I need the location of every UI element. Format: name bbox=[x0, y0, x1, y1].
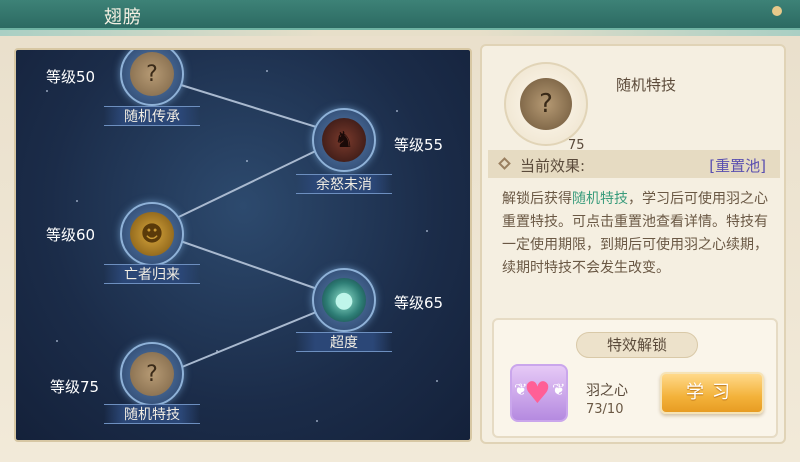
spirit-orb-icon: ● bbox=[322, 278, 366, 322]
skill-level-label: 等级60 bbox=[46, 226, 96, 244]
wing-icon: ❦ bbox=[552, 380, 566, 399]
item-name: 羽之心 bbox=[586, 383, 628, 399]
diamond-icon bbox=[498, 157, 511, 170]
title-ribbon bbox=[0, 30, 800, 36]
unlock-title: 特效解锁 bbox=[576, 332, 698, 358]
skill-node-label: 随机特技 bbox=[104, 404, 200, 424]
skill-node-label: 超度 bbox=[296, 332, 392, 352]
demon-icon: ♞ bbox=[322, 118, 366, 162]
skill-node-lingering-rage[interactable]: ♞ bbox=[312, 108, 376, 172]
skill-node-label: 随机传承 bbox=[104, 106, 200, 126]
skill-node-salvation[interactable]: ● bbox=[312, 268, 376, 332]
selected-skill-name: 随机特技 bbox=[616, 76, 677, 94]
ghost-icon: ☻ bbox=[130, 212, 174, 256]
selected-skill-icon: ? 75 bbox=[504, 62, 588, 153]
title-bar: 翅膀 bbox=[0, 0, 800, 30]
skill-node-undead-return[interactable]: ☻ bbox=[120, 202, 184, 266]
skill-node-label: 余怒未消 bbox=[296, 174, 392, 194]
window-title: 翅膀 bbox=[104, 7, 142, 28]
scroll-question-icon: ? bbox=[130, 52, 174, 96]
learn-button[interactable]: 学习 bbox=[660, 372, 764, 414]
skill-level-label: 等级65 bbox=[394, 294, 444, 312]
scroll-question-icon: ? bbox=[130, 352, 174, 396]
item-count: 73/10 bbox=[586, 402, 624, 417]
skill-level-label: 等级75 bbox=[50, 378, 100, 396]
close-icon[interactable] bbox=[772, 6, 782, 16]
heart-icon: ♥ bbox=[524, 376, 551, 411]
feather-heart-item[interactable]: ❦ ♥ ❦ bbox=[510, 364, 568, 422]
skill-description: 解锁后获得随机特技，学习后可使用羽之心重置特技。可点击重置池查看详情。特技有一定… bbox=[502, 188, 778, 280]
scroll-question-icon: ? bbox=[520, 78, 572, 130]
skill-level-label: 等级55 bbox=[394, 136, 444, 154]
wing-panel: 翅膀 ? 随机传承 等级50 ♞ 余怒未消 等级55 ☻ 亡者归来 等级60 ●… bbox=[0, 0, 800, 462]
skill-detail-panel: ? 75 随机特技 当前效果: [重置池] 解锁后获得随机特技，学习后可使用羽之… bbox=[480, 44, 786, 444]
skill-level-label: 等级50 bbox=[46, 68, 96, 86]
reset-pool-link[interactable]: [重置池] bbox=[709, 155, 766, 176]
skill-node-random-stunt[interactable]: ? bbox=[120, 342, 184, 406]
current-effect-label: 当前效果: bbox=[520, 157, 586, 175]
current-effect-bar: 当前效果: [重置池] bbox=[488, 150, 780, 178]
skill-tree-panel: ? 随机传承 等级50 ♞ 余怒未消 等级55 ☻ 亡者归来 等级60 ● 超度… bbox=[14, 48, 472, 442]
description-highlight: 随机特技 bbox=[572, 191, 628, 207]
effect-unlock-box: 特效解锁 ❦ ♥ ❦ 羽之心 73/10 学习 bbox=[492, 318, 778, 438]
description-text: 解锁后获得 bbox=[502, 191, 572, 207]
skill-node-label: 亡者归来 bbox=[104, 264, 200, 284]
